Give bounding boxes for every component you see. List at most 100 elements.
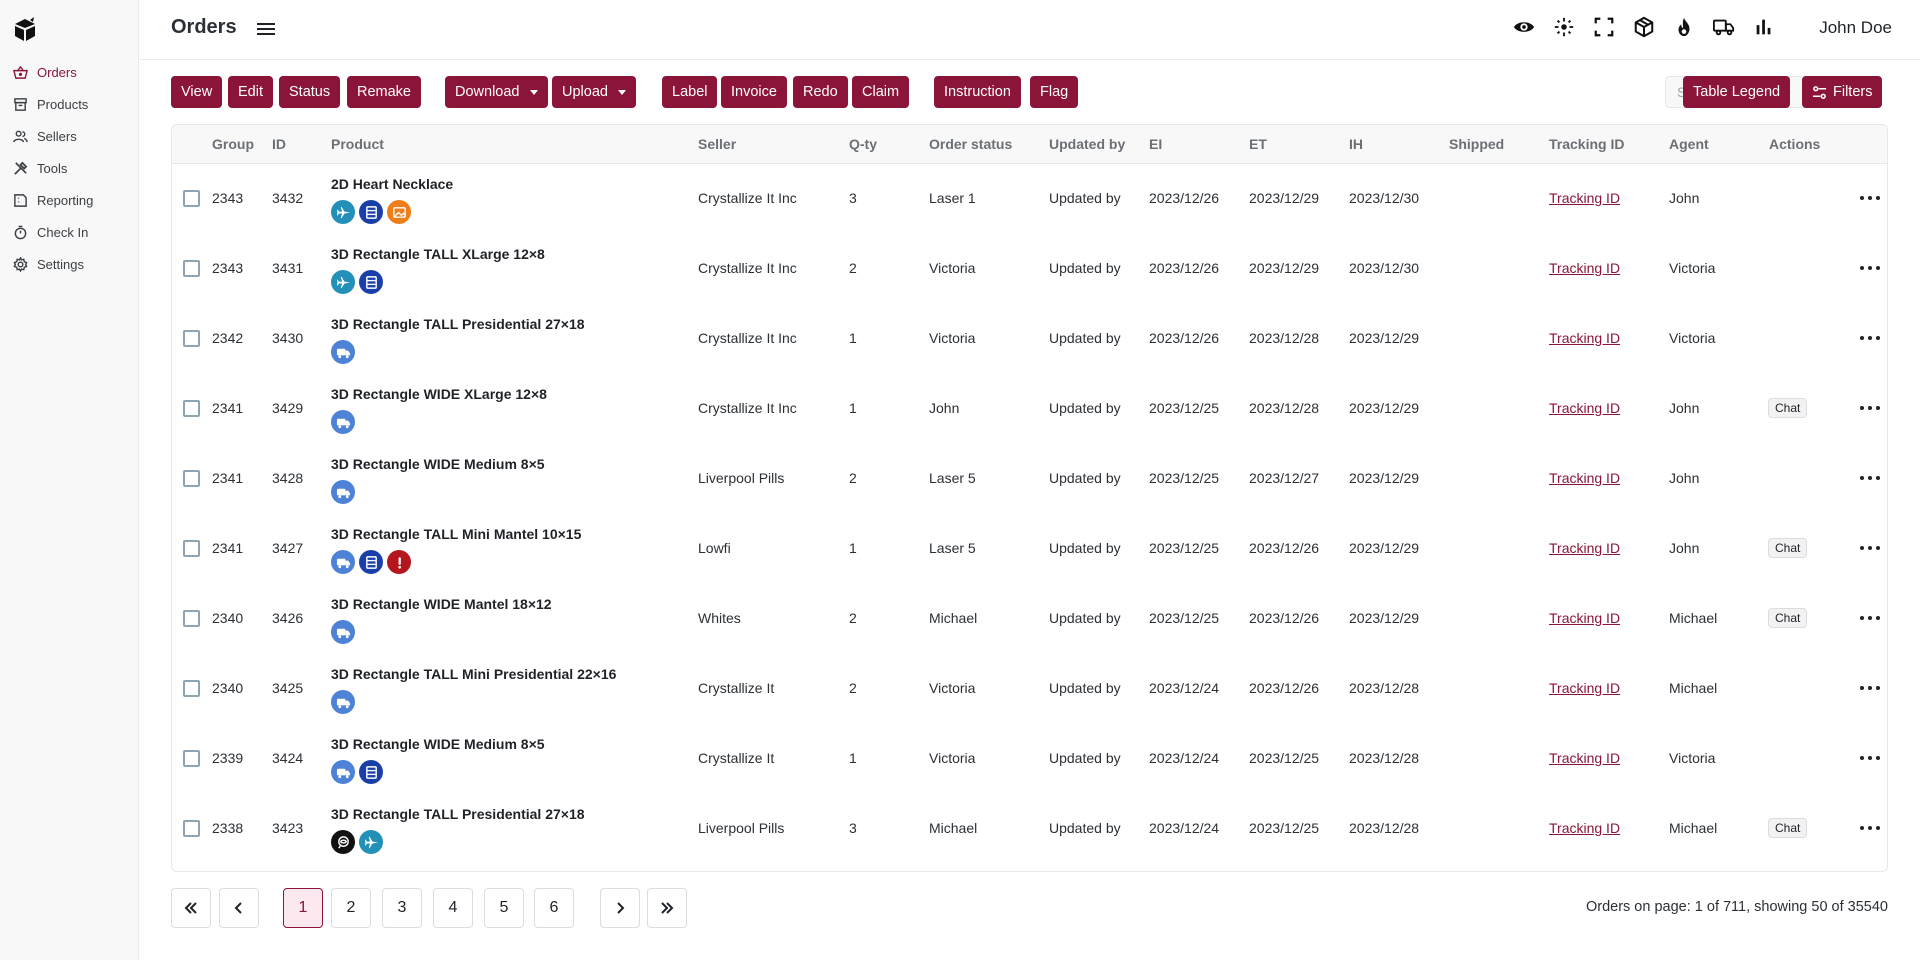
column-header-seller[interactable]: Seller [698, 136, 736, 152]
row-checkbox[interactable] [183, 610, 200, 627]
sidebar-item-reporting[interactable]: Reporting [12, 184, 132, 216]
logo-box-icon[interactable] [12, 16, 38, 42]
table-row[interactable]: 2338 3423 Liverpool Pills 3 Michael Updated b… [172, 794, 1887, 864]
table-row[interactable]: 2341 3427 Lowfi 1 Laser 5 Updated by 2023/12/2… [172, 514, 1887, 584]
table-row[interactable]: 2343 3432 Crystallize It Inc 3 Laser 1 Update… [172, 164, 1887, 234]
more-actions-icon[interactable] [1860, 750, 1880, 766]
sidebar-item-tools[interactable]: Tools [12, 152, 132, 184]
more-actions-icon[interactable] [1860, 820, 1880, 836]
column-header-ei[interactable]: EI [1149, 136, 1162, 152]
product-name[interactable]: 2D Heart Necklace [331, 176, 453, 192]
row-checkbox[interactable] [183, 190, 200, 207]
flag-button[interactable]: Flag [1030, 76, 1079, 108]
product-name[interactable]: 3D Rectangle WIDE XLarge 12×8 [331, 386, 547, 402]
first-page-button[interactable] [171, 888, 211, 928]
table-legend-button[interactable]: Table Legend [1683, 76, 1791, 108]
row-checkbox[interactable] [183, 330, 200, 347]
tracking-id-link[interactable]: Tracking ID [1549, 750, 1620, 766]
row-checkbox[interactable] [183, 750, 200, 767]
more-actions-icon[interactable] [1860, 680, 1880, 696]
more-actions-icon[interactable] [1860, 190, 1880, 206]
more-actions-icon[interactable] [1860, 610, 1880, 626]
filters-button[interactable]: Filters [1802, 76, 1883, 108]
edit-button[interactable]: Edit [228, 76, 273, 108]
label-button[interactable]: Label [662, 76, 718, 108]
column-header-agent[interactable]: Agent [1669, 136, 1709, 152]
table-row[interactable]: 2342 3430 Crystallize It Inc 1 Victoria Updat… [172, 304, 1887, 374]
tracking-id-link[interactable]: Tracking ID [1549, 470, 1620, 486]
next-page-button[interactable] [600, 888, 640, 928]
column-header-shipped[interactable]: Shipped [1449, 136, 1504, 152]
instruction-button[interactable]: Instruction [934, 76, 1021, 108]
page-button-2[interactable]: 2 [331, 888, 371, 928]
table-row[interactable]: 2340 3425 Crystallize It 2 Victoria Updated b… [172, 654, 1887, 724]
product-name[interactable]: 3D Rectangle WIDE Mantel 18×12 [331, 596, 552, 612]
more-actions-icon[interactable] [1860, 330, 1880, 346]
more-actions-icon[interactable] [1860, 400, 1880, 416]
table-row[interactable]: 2343 3431 Crystallize It Inc 2 Victoria Updat… [172, 234, 1887, 304]
package-icon[interactable] [1633, 16, 1655, 38]
prev-page-button[interactable] [219, 888, 259, 928]
product-name[interactable]: 3D Rectangle WIDE Medium 8×5 [331, 736, 545, 752]
row-checkbox[interactable] [183, 400, 200, 417]
row-checkbox[interactable] [183, 680, 200, 697]
upload-button[interactable]: Upload [552, 76, 636, 108]
redo-button[interactable]: Redo [793, 76, 848, 108]
tracking-id-link[interactable]: Tracking ID [1549, 400, 1620, 416]
invoice-button[interactable]: Invoice [721, 76, 787, 108]
product-name[interactable]: 3D Rectangle TALL Mini Mantel 10×15 [331, 526, 581, 542]
page-button-5[interactable]: 5 [484, 888, 524, 928]
tracking-id-link[interactable]: Tracking ID [1549, 330, 1620, 346]
sidebar-item-sellers[interactable]: Sellers [12, 120, 132, 152]
sidebar-item-check-in[interactable]: Check In [12, 216, 132, 248]
chat-button[interactable]: Chat [1768, 608, 1808, 628]
sidebar-item-settings[interactable]: Settings [12, 248, 132, 280]
column-header-ih[interactable]: IH [1349, 136, 1363, 152]
product-name[interactable]: 3D Rectangle TALL Mini Presidential 22×1… [331, 666, 616, 682]
product-name[interactable]: 3D Rectangle WIDE Medium 8×5 [331, 456, 545, 472]
column-header-group[interactable]: Group [212, 136, 254, 152]
chat-button[interactable]: Chat [1768, 538, 1808, 558]
page-button-6[interactable]: 6 [534, 888, 574, 928]
status-button[interactable]: Status [279, 76, 341, 108]
more-actions-icon[interactable] [1860, 260, 1880, 276]
more-actions-icon[interactable] [1860, 470, 1880, 486]
tracking-id-link[interactable]: Tracking ID [1549, 610, 1620, 626]
row-checkbox[interactable] [183, 820, 200, 837]
tracking-id-link[interactable]: Tracking ID [1549, 540, 1620, 556]
page-button-1[interactable]: 1 [283, 888, 323, 928]
sparkle-icon[interactable] [1553, 16, 1575, 38]
claim-button[interactable]: Claim [852, 76, 910, 108]
tracking-id-link[interactable]: Tracking ID [1549, 680, 1620, 696]
product-name[interactable]: 3D Rectangle TALL XLarge 12×8 [331, 246, 545, 262]
page-button-3[interactable]: 3 [382, 888, 422, 928]
row-checkbox[interactable] [183, 260, 200, 277]
tracking-id-link[interactable]: Tracking ID [1549, 190, 1620, 206]
download-button[interactable]: Download [445, 76, 548, 108]
tracking-id-link[interactable]: Tracking ID [1549, 260, 1620, 276]
sidebar-item-orders[interactable]: Orders [12, 56, 132, 88]
truck-icon[interactable] [1713, 16, 1735, 38]
page-button-4[interactable]: 4 [433, 888, 473, 928]
fullscreen-icon[interactable] [1593, 16, 1615, 38]
user-menu[interactable]: John Doe [1819, 18, 1892, 38]
column-header-updated-by[interactable]: Updated by [1049, 136, 1125, 152]
view-button[interactable]: View [171, 76, 223, 108]
last-page-button[interactable] [647, 888, 687, 928]
tracking-id-link[interactable]: Tracking ID [1549, 820, 1620, 836]
column-header-order-status[interactable]: Order status [929, 136, 1012, 152]
bar-chart-icon[interactable] [1753, 16, 1775, 38]
table-row[interactable]: 2339 3424 Crystallize It 1 Victoria Updated b… [172, 724, 1887, 794]
more-actions-icon[interactable] [1860, 540, 1880, 556]
sidebar-item-products[interactable]: Products [12, 88, 132, 120]
column-header-product[interactable]: Product [331, 136, 384, 152]
fire-icon[interactable] [1673, 16, 1695, 38]
chat-button[interactable]: Chat [1768, 398, 1808, 418]
eye-icon[interactable] [1513, 16, 1535, 38]
product-name[interactable]: 3D Rectangle TALL Presidential 27×18 [331, 806, 585, 822]
column-header-tracking-id[interactable]: Tracking ID [1549, 136, 1624, 152]
product-name[interactable]: 3D Rectangle TALL Presidential 27×18 [331, 316, 585, 332]
chat-button[interactable]: Chat [1768, 818, 1808, 838]
row-checkbox[interactable] [183, 470, 200, 487]
table-row[interactable]: 2340 3426 Whites 2 Michael Updated by 2023/12/… [172, 584, 1887, 654]
